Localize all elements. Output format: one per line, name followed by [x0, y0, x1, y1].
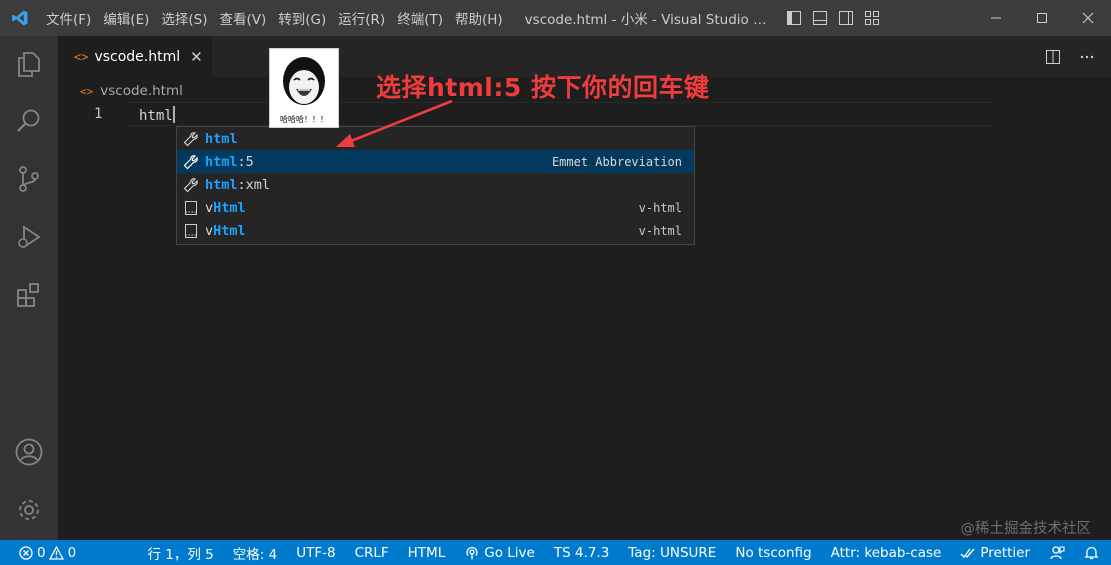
- meme-caption: 哈哈哈！！！: [280, 115, 328, 124]
- end-of-line[interactable]: CRLF: [355, 545, 389, 561]
- minimize-icon[interactable]: [973, 0, 1019, 36]
- watermark: @稀土掘金技术社区: [960, 521, 1092, 537]
- maximize-icon[interactable]: [1019, 0, 1065, 36]
- code-text: html: [139, 108, 173, 124]
- feedback-icon[interactable]: [1049, 545, 1065, 561]
- more-actions-icon[interactable]: [1075, 45, 1099, 69]
- language-mode[interactable]: HTML: [408, 545, 446, 561]
- status-bar: 0 0 行 1，列 5 空格: 4 UTF-8 CRLF HTML Go Liv…: [0, 540, 1111, 565]
- current-line-highlight: [128, 102, 992, 126]
- suggest-item[interactable]: vHtml v-html: [177, 219, 694, 242]
- window-title: vscode.html - 小米 - Visual Studio Code: [524, 12, 771, 28]
- toggle-secondary-sidebar-icon[interactable]: [833, 0, 859, 36]
- suggest-label: html:5: [205, 153, 254, 170]
- search-icon[interactable]: [0, 97, 58, 145]
- go-live-label: Go Live: [484, 544, 535, 561]
- source-control-icon[interactable]: [0, 155, 58, 203]
- code-line[interactable]: html: [139, 106, 175, 124]
- close-window-icon[interactable]: [1065, 0, 1111, 36]
- suggest-label: vHtml: [205, 222, 246, 239]
- encoding[interactable]: UTF-8: [296, 545, 335, 561]
- accounts-icon[interactable]: [0, 428, 58, 476]
- breadcrumb[interactable]: <> vscode.html: [80, 83, 183, 99]
- indentation[interactable]: 空格: 4: [233, 543, 277, 563]
- meme-face-image: 哈哈哈！！！: [269, 48, 339, 128]
- html-file-icon: <>: [80, 84, 94, 98]
- suggest-detail: v-html: [638, 223, 682, 238]
- suggest-item[interactable]: vHtml v-html: [177, 196, 694, 219]
- title-bar: 文件(F) 编辑(E) 选择(S) 查看(V) 转到(G) 运行(R) 终端(T…: [0, 0, 1111, 36]
- wrench-icon: [180, 127, 202, 150]
- broadcast-icon: [464, 545, 480, 561]
- menu-terminal[interactable]: 终端(T): [391, 0, 449, 36]
- annotation-arrow-icon: [336, 99, 453, 147]
- manage-gear-icon[interactable]: [0, 486, 58, 534]
- toggle-sidebar-icon[interactable]: [781, 0, 807, 36]
- attr-status[interactable]: Attr: kebab-case: [831, 545, 942, 561]
- go-live-button[interactable]: Go Live: [464, 545, 535, 561]
- warning-icon: [49, 545, 65, 561]
- window-controls: [973, 0, 1111, 36]
- editor-actions: [1041, 36, 1099, 77]
- error-icon: [18, 545, 34, 561]
- menu-edit[interactable]: 编辑(E): [97, 0, 155, 36]
- suggest-label: html: [205, 130, 238, 147]
- typescript-version[interactable]: TS 4.7.3: [554, 545, 609, 561]
- warning-count: 0: [67, 544, 77, 561]
- menu-file[interactable]: 文件(F): [40, 0, 97, 36]
- explorer-icon[interactable]: [0, 40, 58, 88]
- suggest-detail: Emmet Abbreviation: [551, 154, 682, 169]
- snippet-icon: [180, 196, 202, 219]
- snippet-icon: [180, 219, 202, 242]
- vscode-logo-icon: [0, 0, 40, 36]
- breadcrumb-file[interactable]: vscode.html: [100, 83, 183, 99]
- double-check-icon: [960, 545, 976, 561]
- wrench-icon: [180, 150, 202, 173]
- error-count: 0: [37, 544, 46, 561]
- toggle-panel-icon[interactable]: [807, 0, 833, 36]
- prettier-label: Prettier: [980, 544, 1030, 561]
- tag-status[interactable]: Tag: UNSURE: [628, 545, 716, 561]
- suggest-detail: v-html: [638, 200, 682, 215]
- cursor-position[interactable]: 行 1，列 5: [148, 543, 214, 563]
- prettier-status[interactable]: Prettier: [960, 545, 1030, 561]
- problems-status[interactable]: 0 0: [18, 540, 76, 565]
- line-number: 1: [94, 106, 103, 122]
- menu-view[interactable]: 查看(V): [214, 0, 273, 36]
- tsconfig-status[interactable]: No tsconfig: [735, 545, 811, 561]
- suggest-label: vHtml: [205, 199, 246, 216]
- menu-help[interactable]: 帮助(H): [449, 0, 509, 36]
- text-cursor: [172, 106, 175, 123]
- status-bar-right: 行 1，列 5 空格: 4 UTF-8 CRLF HTML Go Live TS…: [129, 540, 1100, 565]
- layout-controls: [781, 0, 885, 36]
- html-file-icon: <>: [74, 49, 89, 64]
- wrench-icon: [180, 173, 202, 196]
- tab-vscode-html[interactable]: <> vscode.html ✕: [58, 36, 212, 77]
- suggest-label: html:xml: [205, 176, 271, 193]
- suggest-item[interactable]: html:xml: [177, 173, 694, 196]
- menu-selection[interactable]: 选择(S): [155, 0, 213, 36]
- activity-bar: [0, 36, 58, 540]
- menu-go[interactable]: 转到(G): [272, 0, 332, 36]
- laughing-face-icon: [283, 57, 325, 105]
- split-editor-icon[interactable]: [1041, 45, 1065, 69]
- notifications-bell-icon[interactable]: [1084, 545, 1099, 560]
- close-tab-icon[interactable]: ✕: [190, 48, 203, 66]
- menu-run[interactable]: 运行(R): [332, 0, 391, 36]
- run-debug-icon[interactable]: [0, 213, 58, 261]
- customize-layout-icon[interactable]: [859, 0, 885, 36]
- tab-label: vscode.html: [94, 48, 181, 65]
- extensions-icon[interactable]: [0, 271, 58, 319]
